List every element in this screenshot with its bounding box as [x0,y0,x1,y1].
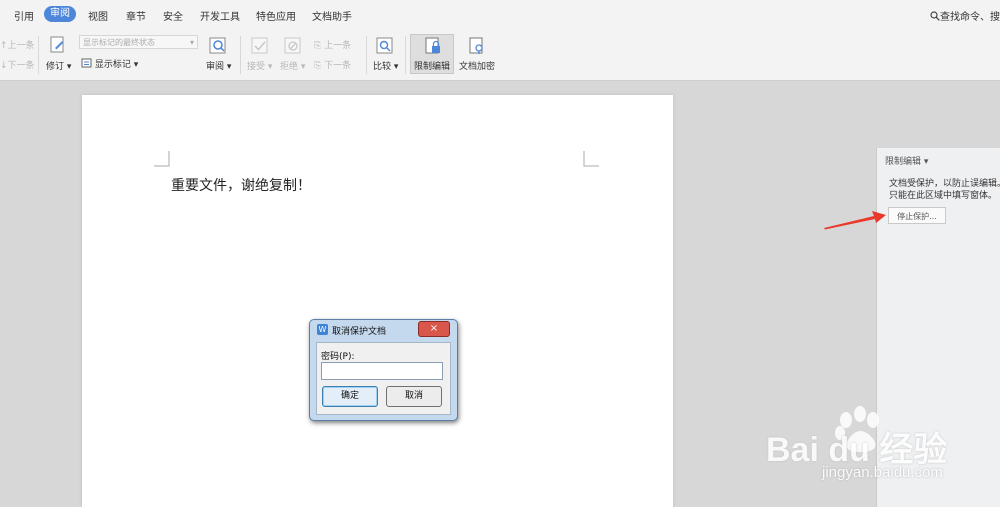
accept-button[interactable]: 接受 ▾ [247,59,272,72]
show-markup-button[interactable]: 显示标记 ▾ [81,57,138,70]
toolbar-divider [38,36,39,74]
ok-button[interactable]: 确定 [322,386,378,407]
menu-bar: 引用 审阅 视图 章节 安全 开发工具 特色应用 文档助手 查找命令、搜 [0,0,1000,31]
track-changes-icon [50,36,64,53]
track-changes-label: 修订 [46,62,65,72]
password-label: 密码(P): [321,352,355,362]
cancel-button[interactable]: 取消 [386,386,442,407]
chevron-down-icon: ▾ [66,62,72,72]
menu-security[interactable]: 安全 [163,8,183,23]
encrypt-doc-icon [469,37,483,54]
baidu-watermark: Bai du 经验 jingyan.baidu.com [760,400,990,490]
next-item-left-button[interactable]: ↓下一条 [0,58,35,71]
markup-state-select[interactable]: 显示标记的最终状态 ▾ [79,35,198,49]
show-markup-icon [81,58,92,68]
chevron-down-icon: ▾ [393,62,399,72]
reject-label: 拒绝 [280,62,299,72]
watermark-url: jingyan.baidu.com [822,464,943,481]
menu-special-apps[interactable]: 特色应用 [256,8,296,23]
red-arrow-annotation [824,211,886,230]
encrypt-doc-button[interactable]: 文档加密 [459,59,495,72]
menu-references[interactable]: 引用 [14,8,34,23]
chevron-down-icon: ▾ [923,157,929,167]
next-change-label: 下一条 [324,61,352,71]
reject-icon [284,37,301,54]
chevron-down-icon: ▾ [226,62,232,72]
wps-logo-icon: W [317,324,328,335]
password-input[interactable] [321,362,443,380]
compare-icon [376,37,393,54]
toolbar-divider [405,36,406,74]
accept-icon [251,37,268,54]
menu-developer-tools[interactable]: 开发工具 [200,8,240,23]
chevron-down-icon: ▾ [189,38,194,47]
unprotect-document-dialog: W 取消保护文档 × 密码(P): 确定 取消 [309,319,458,421]
prev-change-label: 上一条 [324,41,352,51]
track-changes-button[interactable]: 修订 ▾ [46,59,71,72]
compare-button[interactable]: 比较 ▾ [373,59,398,72]
prev-change-button[interactable]: ⎘ 上一条 [314,38,351,51]
stop-protection-button[interactable]: 停止保护... [888,207,946,224]
restrict-editing-label: 限制编辑 [414,62,451,72]
show-markup-label: 显示标记 [94,60,131,70]
review-button[interactable]: 审阅 ▾ [206,59,231,72]
accept-label: 接受 [247,62,266,72]
margin-corner-left [154,151,170,167]
document-page[interactable]: 重要文件，谢绝复制！ [82,95,673,507]
panel-info-line-2: 只能在此区域中填写窗体。 [889,191,998,201]
menu-view[interactable]: 视图 [88,8,108,23]
dialog-body: 密码(P): 确定 取消 [316,342,451,415]
menu-doc-assistant[interactable]: 文档助手 [312,8,352,23]
panel-title[interactable]: 限制编辑 ▾ [885,154,928,167]
review-label: 审阅 [206,62,225,72]
search-icon [930,11,940,21]
compare-label: 比较 [373,62,392,72]
menu-section[interactable]: 章节 [126,8,146,23]
prev-item-left-label: 上一条 [7,41,35,51]
next-change-button[interactable]: ⎘ 下一条 [314,58,351,71]
toolbar-divider [240,36,241,74]
menu-review[interactable]: 审阅 [44,6,76,22]
chevron-down-icon: ▾ [133,60,139,70]
close-button[interactable]: × [418,321,450,337]
toolbar-divider [366,36,367,74]
panel-title-label: 限制编辑 [885,157,922,167]
margin-corner-right [583,151,599,167]
review-pane-icon [209,37,226,54]
review-toolbar: ↑上一条 ↓下一条 修订 ▾ 显示标记的最终状态 ▾ 显示标记 ▾ 审阅 ▾ 接受… [0,30,1000,81]
reject-button[interactable]: 拒绝 ▾ [280,59,305,72]
dialog-title: 取消保护文档 [332,327,387,337]
document-body-text[interactable]: 重要文件，谢绝复制！ [171,175,311,195]
markup-state-value: 显示标记的最终状态 [83,38,155,47]
command-search[interactable]: 查找命令、搜 [930,8,1000,23]
restrict-editing-icon [425,37,440,54]
next-page-icon: ⎘ [314,61,322,71]
prev-item-left-button[interactable]: ↑上一条 [0,38,35,51]
prev-page-icon: ⎘ [314,41,322,51]
search-label: 查找命令、搜 [940,12,1000,23]
next-item-left-label: 下一条 [7,61,35,71]
